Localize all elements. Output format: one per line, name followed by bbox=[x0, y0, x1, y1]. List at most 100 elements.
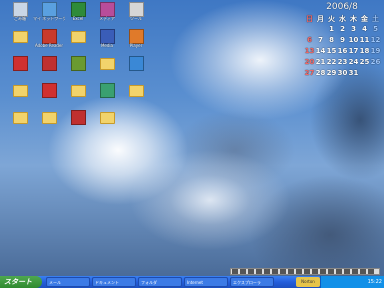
app-glyph-icon bbox=[42, 56, 57, 71]
norton-button[interactable]: Norton bbox=[296, 277, 320, 287]
app-shortcut-icon[interactable] bbox=[62, 110, 94, 136]
taskbar-button[interactable]: エクスプローラ bbox=[230, 277, 274, 287]
folder-icon[interactable] bbox=[62, 29, 94, 55]
calendar-day: 10 bbox=[348, 36, 359, 44]
toolbar-icon[interactable] bbox=[272, 269, 278, 274]
folder-glyph-icon bbox=[13, 31, 28, 43]
calendar-day: 4 bbox=[362, 25, 367, 33]
taskbar-button[interactable]: フォルダ bbox=[138, 277, 182, 287]
folder-icon[interactable] bbox=[4, 29, 36, 55]
folder-glyph-icon bbox=[71, 31, 86, 43]
calendar-day: 15 bbox=[326, 47, 337, 55]
calendar-day: 24 bbox=[348, 58, 359, 66]
folder-icon[interactable] bbox=[33, 110, 65, 136]
toolbar-icon[interactable] bbox=[336, 269, 342, 274]
calendar-day: 20 bbox=[304, 58, 315, 66]
icon-label: マイ ネットワーク bbox=[33, 16, 65, 21]
calendar-day: 28 bbox=[315, 69, 326, 77]
calendar-day: 6 bbox=[307, 36, 312, 44]
app-shortcut-icon[interactable]: メディア bbox=[91, 2, 123, 28]
folder-icon[interactable] bbox=[62, 83, 94, 109]
app-glyph-icon bbox=[100, 2, 115, 17]
calendar-day: 31 bbox=[348, 69, 359, 77]
toolbar-icon[interactable] bbox=[352, 269, 358, 274]
toolbar-icon[interactable] bbox=[296, 269, 302, 274]
app-shortcut-icon[interactable]: マイ ネットワーク bbox=[33, 2, 65, 28]
toolbar-icon[interactable] bbox=[320, 269, 326, 274]
calendar-weekday-row: 日月火水木金土 bbox=[304, 14, 382, 25]
folder-glyph-icon bbox=[100, 112, 115, 124]
toolbar-icon[interactable] bbox=[256, 269, 262, 274]
calendar-week-row: 2728293031 bbox=[304, 69, 382, 80]
calendar-day: 12 bbox=[370, 36, 381, 44]
app-shortcut-icon[interactable]: Media bbox=[91, 29, 123, 55]
app-shortcut-icon[interactable] bbox=[120, 56, 152, 82]
calendar-day: 8 bbox=[329, 36, 334, 44]
icon-label: Media bbox=[100, 43, 113, 48]
taskbar-button[interactable]: Internet bbox=[184, 277, 228, 287]
app-shortcut-icon[interactable] bbox=[91, 83, 123, 109]
taskbar-button[interactable]: ドキュメント bbox=[92, 277, 136, 287]
calendar-day: 18 bbox=[359, 47, 370, 55]
app-glyph-icon bbox=[71, 110, 86, 125]
folder-icon[interactable] bbox=[4, 83, 36, 109]
calendar-day: 14 bbox=[315, 47, 326, 55]
folder-glyph-icon bbox=[100, 58, 115, 70]
taskbar-button[interactable]: メール bbox=[46, 277, 90, 287]
calendar-day: 23 bbox=[337, 58, 348, 66]
toolbar-icon[interactable] bbox=[280, 269, 286, 274]
app-glyph-icon bbox=[100, 83, 115, 98]
folder-icon[interactable] bbox=[4, 110, 36, 136]
icon-label: Player bbox=[129, 43, 143, 48]
toolbar-icon[interactable] bbox=[248, 269, 254, 274]
calendar-week-row: 6 7 8 9 101112 bbox=[304, 36, 382, 47]
folder-icon[interactable] bbox=[91, 56, 123, 82]
calendar-day: 月 bbox=[317, 15, 324, 23]
toolbar-icon[interactable] bbox=[312, 269, 318, 274]
calendar-week-row: 12345 bbox=[304, 25, 382, 36]
toolbar-icon[interactable] bbox=[240, 269, 246, 274]
app-shortcut-icon[interactable]: Excel bbox=[62, 2, 94, 28]
quick-toolbar[interactable] bbox=[230, 268, 380, 275]
calendar-day: 13 bbox=[304, 47, 315, 55]
start-button[interactable]: スタート bbox=[0, 276, 42, 288]
folder-icon[interactable] bbox=[91, 110, 123, 136]
folder-glyph-icon bbox=[129, 85, 144, 97]
app-glyph-icon bbox=[42, 29, 57, 44]
app-shortcut-icon[interactable]: ごみ箱 bbox=[4, 2, 36, 28]
app-shortcut-icon[interactable] bbox=[33, 56, 65, 82]
calendar-week-row: 20212223242526 bbox=[304, 58, 382, 69]
calendar-day: 30 bbox=[337, 69, 348, 77]
app-shortcut-icon[interactable]: Adobe Reader bbox=[33, 29, 65, 55]
toolbar-icon[interactable] bbox=[368, 269, 374, 274]
calendar-day: 火 bbox=[328, 15, 335, 23]
toolbar-icon[interactable] bbox=[328, 269, 334, 274]
calendar-day: 16 bbox=[337, 47, 348, 55]
icon-label: Excel bbox=[72, 16, 84, 21]
icon-label: Adobe Reader bbox=[34, 43, 64, 48]
toolbar-icon[interactable] bbox=[304, 269, 310, 274]
app-glyph-icon bbox=[71, 2, 86, 17]
toolbar-icon[interactable] bbox=[360, 269, 366, 274]
app-shortcut-icon[interactable] bbox=[4, 56, 36, 82]
app-shortcut-icon[interactable] bbox=[62, 56, 94, 82]
toolbar-icon[interactable] bbox=[288, 269, 294, 274]
app-shortcut-icon[interactable]: ツール bbox=[120, 2, 152, 28]
toolbar-icon[interactable] bbox=[264, 269, 270, 274]
toolbar-icon[interactable] bbox=[232, 269, 238, 274]
system-tray: 15:22 bbox=[320, 276, 384, 288]
taskbar: スタート メール ドキュメント フォルダ Internet エクスプローラ No… bbox=[0, 276, 384, 288]
app-glyph-icon bbox=[42, 2, 57, 17]
app-shortcut-icon[interactable] bbox=[33, 83, 65, 109]
desktop-wallpaper: ごみ箱 マイ ネットワーク Excel メディア ツール Adobe Reader Medi… bbox=[0, 0, 384, 276]
calendar-day: 木 bbox=[350, 15, 357, 23]
app-shortcut-icon[interactable]: Player bbox=[120, 29, 152, 55]
calendar-day: 土 bbox=[372, 15, 379, 23]
folder-icon[interactable] bbox=[120, 83, 152, 109]
toolbar-icon[interactable] bbox=[344, 269, 350, 274]
calendar-day: 26 bbox=[370, 58, 381, 66]
calendar-day: 日 bbox=[306, 15, 313, 23]
calendar-day: 7 bbox=[318, 36, 323, 44]
calendar-day: 27 bbox=[304, 69, 315, 77]
folder-glyph-icon bbox=[13, 112, 28, 124]
